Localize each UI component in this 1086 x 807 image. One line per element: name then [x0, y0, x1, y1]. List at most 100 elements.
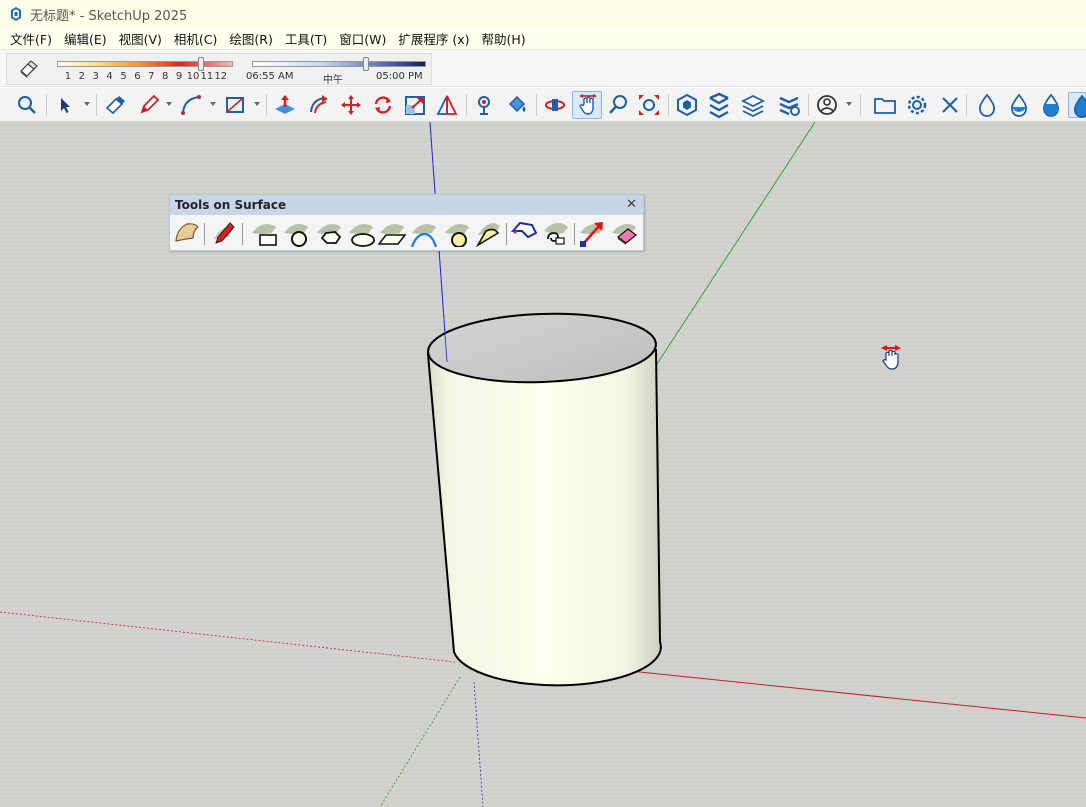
model-viewport[interactable]: Tools on Surface ✕	[0, 122, 1086, 807]
toolbar-separator	[860, 94, 861, 116]
pan-icon[interactable]	[572, 91, 602, 119]
month-label: 5	[120, 71, 127, 82]
menu-tools[interactable]: 工具(T)	[279, 27, 333, 50]
palette-separator	[242, 223, 243, 245]
window-title: 无标题* - SketchUp 2025	[30, 8, 188, 24]
rectangle-icon[interactable]	[222, 92, 248, 118]
scenes-icon[interactable]	[776, 92, 802, 118]
axis-green	[379, 676, 461, 807]
menu-view[interactable]: 视图(V)	[113, 27, 168, 50]
chevron-down-icon[interactable]	[846, 102, 852, 106]
eraser-icon[interactable]	[102, 92, 128, 118]
surface-icon[interactable]	[173, 219, 201, 247]
styles-icon[interactable]	[706, 92, 732, 119]
freehand-surface-icon[interactable]	[542, 219, 570, 247]
menu-camera[interactable]: 相机(C)	[168, 27, 223, 50]
polygon-surface-icon[interactable]	[315, 219, 343, 247]
arc-circle-surface-icon[interactable]	[443, 219, 471, 248]
select-icon[interactable]	[52, 92, 78, 118]
menu-window[interactable]: 窗口(W)	[333, 27, 392, 50]
menu-help[interactable]: 帮助(H)	[476, 27, 532, 50]
toolbar-separator	[668, 94, 669, 116]
zoom-extents-icon[interactable]	[636, 92, 662, 118]
month-label: 10	[186, 71, 200, 82]
chevron-down-icon[interactable]	[84, 102, 90, 106]
eraser-surface-icon[interactable]	[610, 219, 638, 247]
time-slider[interactable]	[252, 61, 426, 67]
rectangle-surface-icon[interactable]	[250, 219, 278, 247]
close-icon[interactable]	[937, 92, 963, 118]
palette-header[interactable]: Tools on Surface ✕	[170, 195, 643, 215]
shadow-toolbar: 1 2 3 4 5 6 7 8 9 10 11 12 06:55 AM 中午 0…	[0, 50, 1086, 87]
toolbar-separator	[466, 94, 467, 116]
month-labels: 1 2 3 4 5 6 7 8 9 10 11 12	[61, 71, 228, 82]
tape-icon[interactable]	[434, 92, 460, 118]
month-label: 11	[200, 71, 214, 82]
menu-file[interactable]: 文件(F)	[4, 27, 58, 50]
axis-green	[654, 122, 816, 368]
time-start-label: 06:55 AM	[246, 71, 294, 82]
palette-close-button[interactable]: ✕	[626, 197, 637, 212]
paint-bucket-icon[interactable]	[504, 92, 530, 118]
water-drop-full-icon[interactable]	[1038, 92, 1064, 118]
month-label: 3	[92, 71, 99, 82]
month-label: 4	[106, 71, 113, 82]
settings-icon[interactable]	[904, 92, 930, 118]
circle-surface-icon[interactable]	[282, 219, 310, 247]
chevron-down-icon[interactable]	[254, 102, 260, 106]
menu-extensions[interactable]: 扩展程序 (x)	[392, 27, 475, 50]
toolbar-separator	[266, 94, 267, 116]
arc-icon[interactable]	[178, 92, 204, 118]
layers-icon[interactable]	[740, 92, 766, 118]
month-label: 8	[161, 71, 169, 82]
month-label: 7	[148, 71, 155, 82]
toolbar-separator	[96, 94, 97, 116]
palette-title: Tools on Surface	[175, 198, 287, 212]
chevron-down-icon[interactable]	[210, 102, 216, 106]
folder-icon[interactable]	[872, 92, 898, 118]
axis-red	[0, 611, 456, 663]
time-slider-thumb[interactable]	[362, 57, 369, 71]
components-icon[interactable]	[674, 92, 700, 118]
offset-icon[interactable]	[306, 92, 332, 118]
water-drop-empty-icon[interactable]	[974, 92, 1000, 118]
month-label: 9	[175, 71, 183, 82]
parallelogram-surface-icon[interactable]	[377, 219, 407, 247]
toolbar-separator	[966, 94, 967, 116]
pencil-surface-icon[interactable]	[210, 219, 238, 247]
axis-blue	[473, 681, 484, 807]
offset-surface-icon[interactable]	[578, 219, 606, 247]
month-slider[interactable]	[57, 61, 233, 67]
push-pull-icon[interactable]	[272, 92, 298, 118]
time-end-label: 05:00 PM	[376, 71, 423, 82]
polyline-surface-icon[interactable]	[510, 219, 538, 247]
toolbar-separator	[46, 94, 47, 116]
water-drop-active-icon[interactable]	[1068, 92, 1086, 118]
month-label: 12	[214, 71, 228, 82]
palette-tools	[170, 217, 645, 251]
move-icon[interactable]	[338, 92, 364, 118]
palette-separator	[574, 223, 575, 245]
chevron-down-icon[interactable]	[166, 102, 172, 106]
toolbar-separator	[808, 94, 809, 116]
menu-draw[interactable]: 绘图(R)	[223, 27, 278, 50]
shadows-eraser-icon[interactable]	[17, 59, 39, 79]
pie-surface-icon[interactable]	[474, 219, 502, 248]
menu-bar: 文件(F) 编辑(E) 视图(V) 相机(C) 绘图(R) 工具(T) 窗口(W…	[0, 28, 1086, 50]
title-bar: 无标题* - SketchUp 2025	[0, 0, 1086, 28]
arc-surface-icon[interactable]	[410, 219, 438, 248]
scale-icon[interactable]	[402, 92, 428, 118]
walk-icon[interactable]	[472, 92, 498, 118]
zoom-window-icon[interactable]	[606, 92, 632, 118]
zoom-icon[interactable]	[14, 92, 40, 118]
orbit-icon[interactable]	[542, 92, 568, 118]
menu-edit[interactable]: 编辑(E)	[58, 27, 113, 50]
month-label: 6	[134, 71, 141, 82]
rotate-icon[interactable]	[370, 92, 396, 118]
ellipse-surface-icon[interactable]	[347, 219, 375, 247]
water-drop-half-icon[interactable]	[1006, 92, 1032, 118]
account-icon[interactable]	[814, 92, 840, 118]
time-mid-label: 中午	[323, 75, 343, 86]
month-slider-thumb[interactable]	[198, 57, 205, 71]
pencil-icon[interactable]	[136, 92, 162, 118]
